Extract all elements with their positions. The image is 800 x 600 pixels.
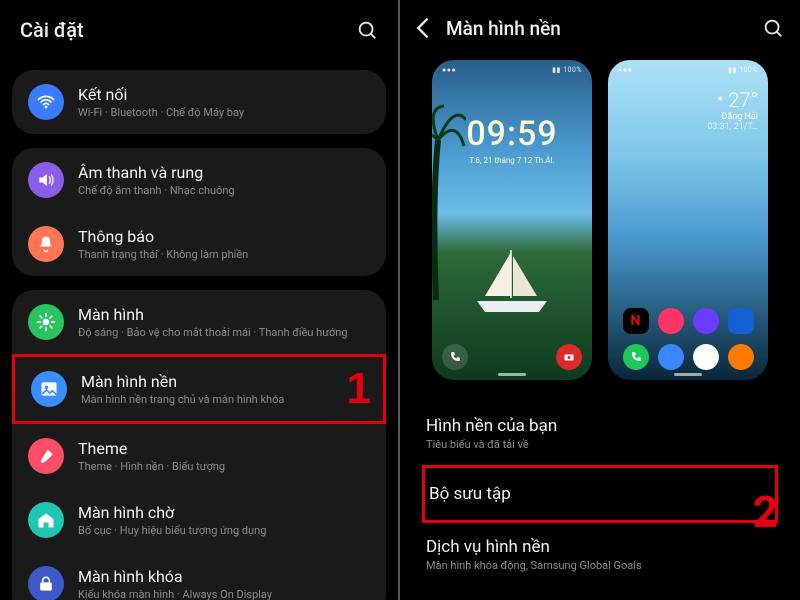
homescreen-preview[interactable]: ●●●▮▮ 100% ☀ 27° Đặng Hải 03:31, 21/T… N — [608, 60, 768, 380]
settings-item-title: Theme — [78, 439, 370, 458]
wallpaper-source-list: Hình nền của bạn Tiêu biểu và đã tải về Bộ… — [400, 402, 800, 586]
settings-group: Kết nối Wi-Fi · Bluetooth · Chế độ Máy ba… — [12, 70, 386, 134]
wallpaper-title: Màn hình nền — [446, 17, 762, 40]
palm-decoration — [432, 100, 466, 300]
app-icon — [658, 308, 684, 334]
status-bar: ●●●▮▮ 100% — [432, 60, 592, 74]
home-apps-row: N — [608, 308, 768, 334]
bell-icon — [28, 226, 64, 262]
settings-item-image[interactable]: Màn hình nền Màn hình nền trang chủ và mà… — [12, 354, 386, 424]
wallpaper-source-sub: Tiêu biểu và đã tải về — [426, 438, 774, 451]
settings-item-sound[interactable]: Âm thanh và rung Chế độ âm thanh · Nhạc c… — [12, 148, 386, 212]
browser-app-icon — [693, 344, 719, 370]
settings-item-title: Thông báo — [78, 227, 370, 246]
sailboat-decoration — [467, 246, 557, 316]
wallpaper-previews: ●●●▮▮ 100% 09:59 T.6, 21 tháng 7 12 Th.Â… — [400, 52, 800, 402]
sun-icon: ☀ — [716, 95, 724, 105]
settings-item-sun[interactable]: Màn hình Độ sáng · Bảo vệ cho mắt thoải m… — [12, 290, 386, 354]
wallpaper-source-title: Dịch vụ hình nền — [426, 537, 774, 557]
home-icon — [28, 502, 64, 538]
settings-item-sub: Kiểu khóa màn hình · Always On Display — [78, 588, 370, 600]
settings-header: Cài đặt — [0, 0, 398, 70]
wallpaper-source-title: Hình nền của bạn — [426, 416, 774, 436]
settings-item-title: Màn hình nền — [81, 372, 367, 391]
search-icon[interactable] — [762, 17, 784, 39]
wallpaper-source-title: Bộ sưu tập — [429, 484, 771, 504]
camera-icon — [556, 344, 582, 370]
settings-item-sub: Theme · Hình nền · Biểu tượng — [78, 460, 370, 473]
settings-item-sub: Thanh trạng thái · Không làm phiền — [78, 248, 370, 261]
phone-icon — [442, 344, 468, 370]
weather-temp: 27° — [728, 88, 758, 112]
wallpaper-source-sub: Màn hình khóa động, Samsung Global Goals — [426, 559, 774, 572]
settings-item-text: Màn hình nền Màn hình nền trang chủ và mà… — [81, 372, 367, 406]
settings-group: Âm thanh và rung Chế độ âm thanh · Nhạc c… — [12, 148, 386, 276]
settings-item-lock[interactable]: Màn hình khóa Kiểu khóa màn hình · Always… — [12, 552, 386, 600]
back-icon[interactable] — [410, 14, 438, 42]
settings-item-title: Màn hình — [78, 305, 370, 324]
settings-item-title: Màn hình chờ — [78, 503, 370, 522]
phone-app-icon — [623, 344, 649, 370]
wallpaper-source-item[interactable]: Bộ sưu tập — [422, 465, 778, 523]
settings-item-title: Kết nối — [78, 85, 370, 104]
wifi-icon — [28, 84, 64, 120]
settings-item-text: Âm thanh và rung Chế độ âm thanh · Nhạc c… — [78, 163, 370, 197]
brush-icon — [28, 438, 64, 474]
app-icon — [693, 308, 719, 334]
home-indicator — [498, 373, 526, 376]
lockscreen-preview[interactable]: ●●●▮▮ 100% 09:59 T.6, 21 tháng 7 12 Th.Â… — [432, 60, 592, 380]
app-netflix-icon: N — [623, 308, 649, 334]
settings-item-title: Màn hình khóa — [78, 567, 370, 586]
app-folder-icon — [728, 308, 754, 334]
settings-item-sub: Bố cục · Huy hiệu biểu tượng ứng dụng — [78, 524, 370, 537]
settings-item-text: Kết nối Wi-Fi · Bluetooth · Chế độ Máy ba… — [78, 85, 370, 119]
settings-item-text: Màn hình chờ Bố cục · Huy hiệu biểu tượng… — [78, 503, 370, 537]
settings-item-text: Thông báo Thanh trạng thái · Không làm ph… — [78, 227, 370, 261]
settings-item-text: Theme Theme · Hình nền · Biểu tượng — [78, 439, 370, 473]
weather-location: Đặng Hải — [707, 112, 758, 122]
weather-widget: ☀ 27° Đặng Hải 03:31, 21/T… — [707, 88, 758, 132]
settings-item-home[interactable]: Màn hình chờ Bố cục · Huy hiệu biểu tượng… — [12, 488, 386, 552]
callout-number-1: 1 — [347, 364, 371, 414]
search-icon[interactable] — [356, 19, 378, 41]
messages-app-icon — [658, 344, 684, 370]
sun-icon — [28, 304, 64, 340]
sound-icon — [28, 162, 64, 198]
settings-group: Màn hình Độ sáng · Bảo vệ cho mắt thoải m… — [12, 290, 386, 600]
settings-item-sub: Chế độ âm thanh · Nhạc chuông — [78, 184, 370, 197]
settings-item-brush[interactable]: Theme Theme · Hình nền · Biểu tượng — [12, 424, 386, 488]
lock-icon — [28, 566, 64, 600]
image-icon — [31, 371, 67, 407]
home-indicator — [674, 373, 702, 376]
status-bar: ●●●▮▮ 100% — [608, 60, 768, 74]
settings-item-sub: Độ sáng · Bảo vệ cho mắt thoải mái · Tha… — [78, 326, 370, 339]
contacts-app-icon — [728, 344, 754, 370]
weather-time: 03:31, 21/T… — [707, 122, 758, 132]
wallpaper-source-item[interactable]: Hình nền của bạn Tiêu biểu và đã tải về — [422, 402, 778, 465]
wallpaper-header: Màn hình nền — [400, 0, 800, 52]
settings-item-sub: Wi-Fi · Bluetooth · Chế độ Máy bay — [78, 106, 370, 119]
settings-item-sub: Màn hình nền trang chủ và màn hình khóa — [81, 393, 367, 406]
settings-item-wifi[interactable]: Kết nối Wi-Fi · Bluetooth · Chế độ Máy ba… — [12, 70, 386, 134]
wallpaper-source-item[interactable]: Dịch vụ hình nền Màn hình khóa động, Sams… — [422, 523, 778, 586]
settings-item-bell[interactable]: Thông báo Thanh trạng thái · Không làm ph… — [12, 212, 386, 276]
home-dock — [608, 344, 768, 370]
settings-item-text: Màn hình khóa Kiểu khóa màn hình · Always… — [78, 567, 370, 600]
settings-pane: Cài đặt Kết nối Wi-Fi · Bluetooth · Chế đ… — [0, 0, 400, 600]
settings-title: Cài đặt — [20, 18, 84, 42]
settings-item-title: Âm thanh và rung — [78, 163, 370, 182]
callout-number-2: 2 — [753, 486, 778, 538]
settings-item-text: Màn hình Độ sáng · Bảo vệ cho mắt thoải m… — [78, 305, 370, 339]
wallpaper-pane: Màn hình nền ●●●▮▮ 100% 09:59 T.6, 21 th… — [400, 0, 800, 600]
